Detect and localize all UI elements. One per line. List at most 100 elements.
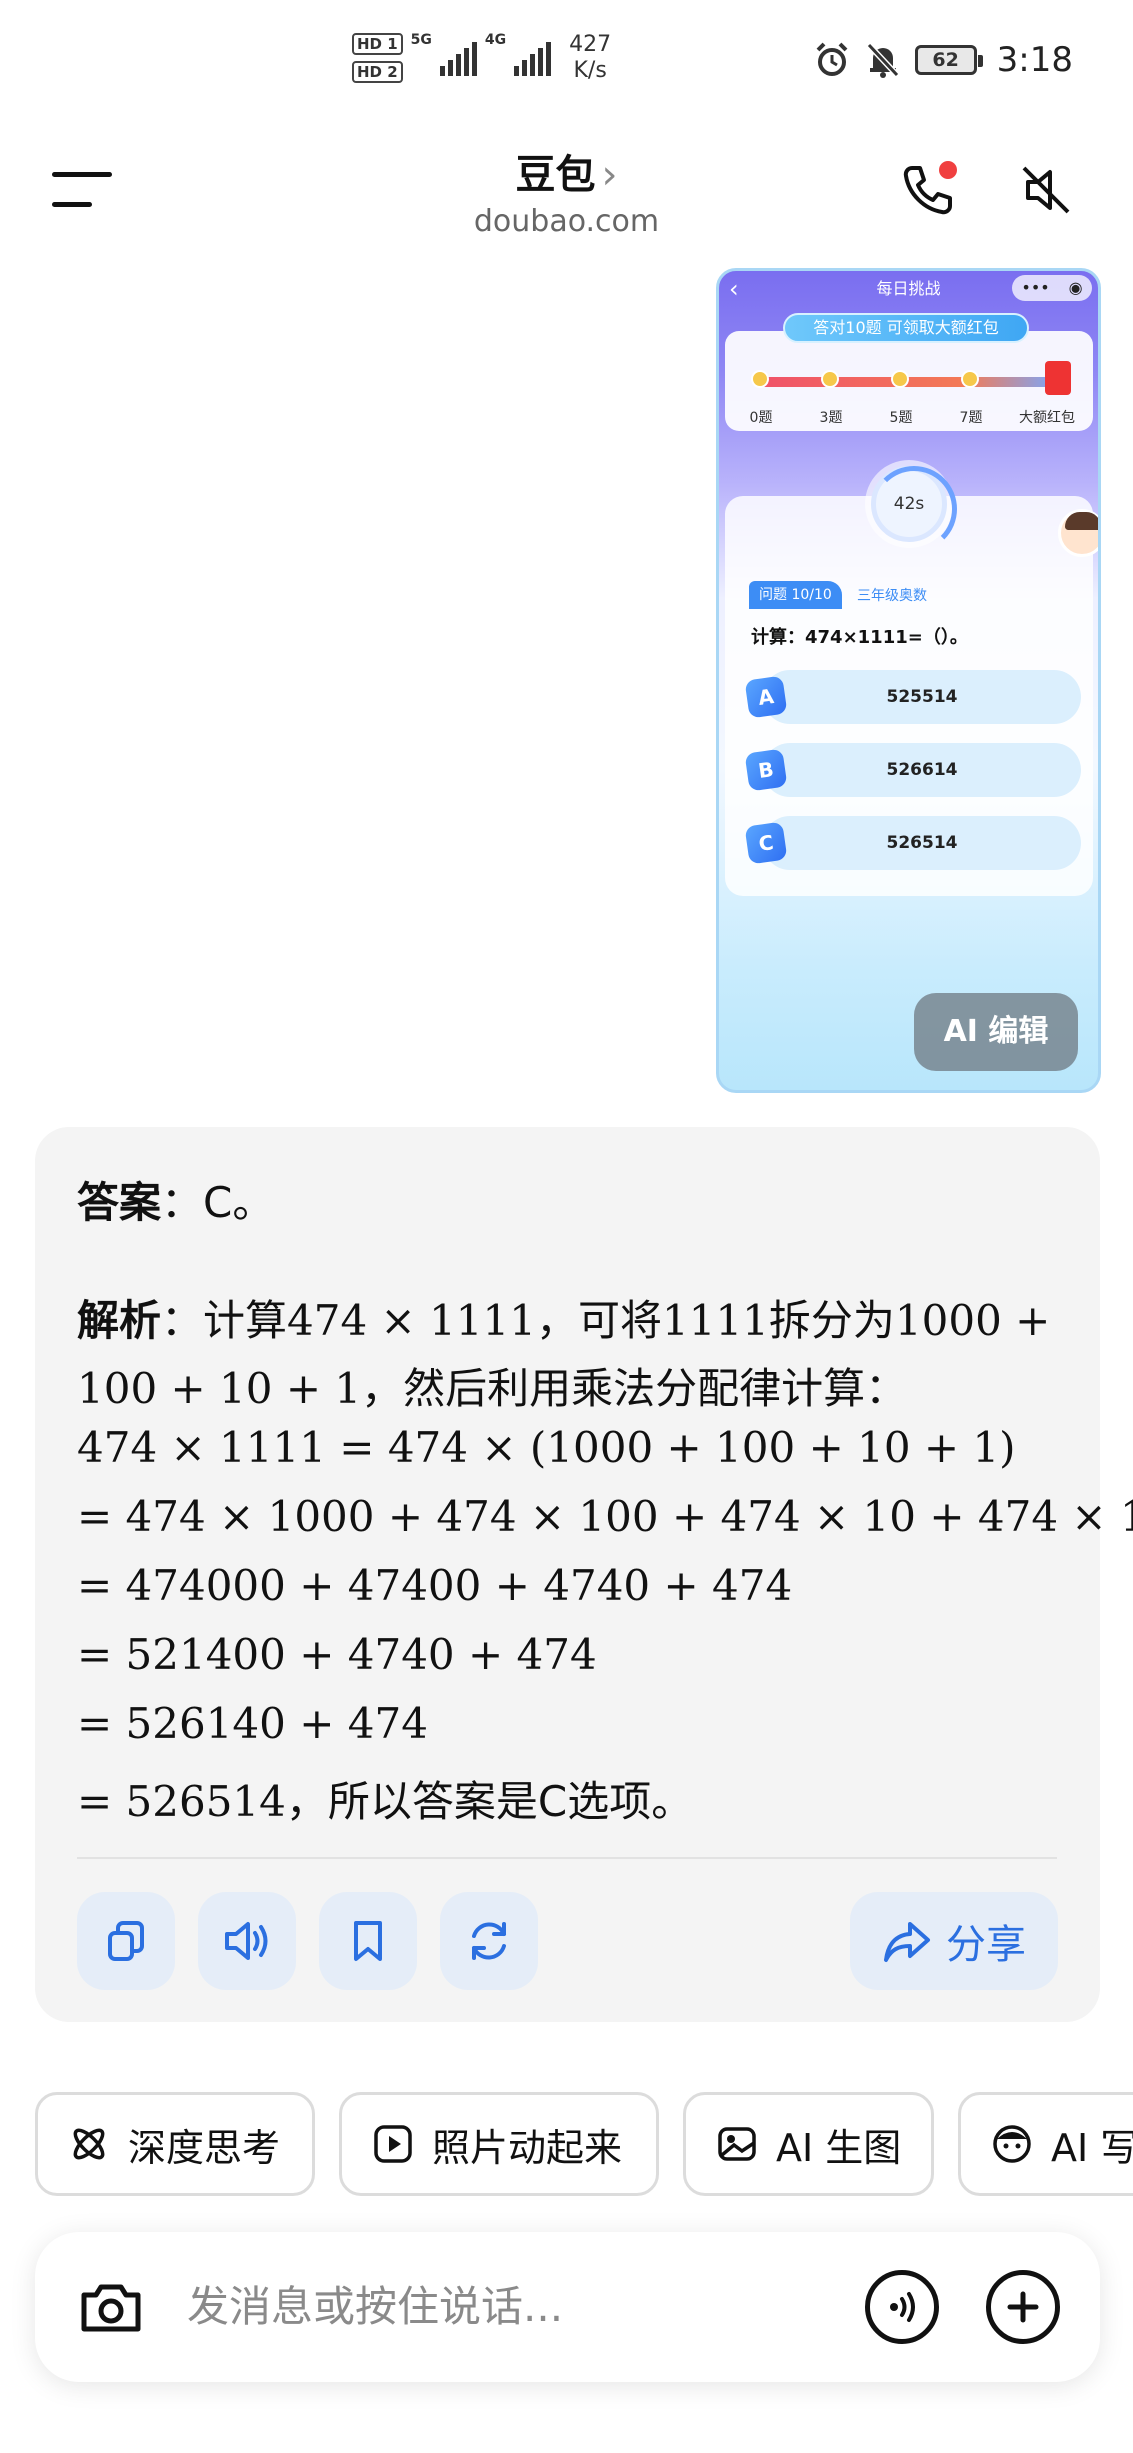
sim2-label: 4G	[484, 32, 507, 48]
message-composer: 发消息或按住说话...	[35, 2232, 1100, 2382]
face-icon	[993, 2125, 1031, 2163]
voice-wave-icon	[890, 2292, 915, 2322]
chip-label: 深度思考	[128, 2125, 281, 2170]
more-button[interactable]	[986, 2270, 1060, 2344]
hd1-tag: HD 1	[352, 33, 403, 55]
net-speed: 427 K/s	[569, 32, 611, 84]
reward-banner: 答对10题 可领取大额红包	[783, 313, 1029, 343]
read-aloud-button[interactable]	[198, 1892, 296, 1990]
voice-call-button[interactable]	[865, 2270, 939, 2344]
math-expression: 1111	[662, 1296, 769, 1345]
share-icon	[884, 1922, 930, 1962]
question-tag: 问题 10/10	[749, 581, 842, 609]
mute-button[interactable]	[1006, 150, 1086, 230]
option-c: 526514 C	[744, 812, 1087, 870]
analysis-line-1: 解析：计算474 × 1111，可将1111拆分为1000 +	[77, 1287, 1050, 1348]
option-b: 526614 B	[744, 739, 1087, 797]
bookmark-icon	[354, 1921, 382, 1961]
progress-dot	[751, 370, 769, 388]
net-speed-unit: K/s	[573, 58, 607, 83]
refresh-icon	[472, 1922, 506, 1960]
quick-actions: 深度思考 照片动起来 AI 生图 AI 写	[0, 2092, 1133, 2198]
option-value: 526514	[763, 816, 1081, 870]
alarm-icon	[816, 42, 848, 76]
chip-ai-image[interactable]: AI 生图	[683, 2092, 934, 2196]
divider	[77, 1857, 1057, 1859]
analysis-text: ：计算	[161, 1296, 288, 1345]
option-value: 526614	[763, 743, 1081, 797]
bookmark-button[interactable]	[319, 1892, 417, 1990]
camera-icon	[81, 2284, 141, 2332]
top-nav: 豆包 › doubao.com	[0, 130, 1133, 260]
bell-off-icon	[866, 42, 899, 78]
math-expression: 1000 +	[894, 1296, 1051, 1345]
analysis-text: ，可将	[535, 1296, 662, 1345]
share-button[interactable]: 分享	[850, 1892, 1058, 1990]
calc-step: = 474 × 1000 + 474 × 100 + 474 × 10 + 47…	[77, 1492, 1133, 1541]
chip-label: 照片动起来	[432, 2125, 623, 2170]
shared-screenshot[interactable]: ‹ 每日挑战 ••• ◉ 0题 3题 5题 7题 大额红包 答对10题 可领取大额…	[716, 268, 1101, 1093]
answer-line: 答案：C。	[77, 1169, 274, 1230]
call-button[interactable]	[888, 150, 968, 230]
progress-label: 7题	[959, 410, 983, 426]
final-step: = 526514，所以答案是C选项。	[77, 1768, 693, 1829]
copy-icon	[108, 1921, 144, 1961]
net-speed-value: 427	[569, 32, 612, 57]
clock: 3:18	[996, 40, 1073, 80]
share-label: 分享	[946, 1922, 1026, 1968]
chevron-right-icon: ›	[601, 152, 618, 198]
ai-edit-button[interactable]: AI 编辑	[914, 993, 1078, 1071]
math-expression: 474 × 1111	[287, 1296, 536, 1345]
calc-step: = 526140 + 474	[77, 1699, 428, 1748]
chip-label: AI 写	[1051, 2125, 1133, 2170]
camera-button[interactable]	[73, 2269, 149, 2345]
question-text: 计算：474×1111=（）。	[751, 627, 968, 648]
atom-icon	[73, 2128, 105, 2160]
speaker-icon	[225, 1922, 268, 1960]
calc-step: 474 × 1111 = 474 × (1000 + 100 + 10 + 1)	[77, 1423, 1016, 1472]
calc-step: = 521400 + 4740 + 474	[77, 1630, 597, 1679]
progress-label: 0题	[749, 410, 773, 426]
sim1-label: 5G	[410, 32, 432, 48]
analysis-text: 拆分为	[768, 1296, 895, 1345]
math-expression: 100 + 10 + 1	[77, 1364, 362, 1413]
avatar	[1058, 509, 1098, 557]
progress-label: 5题	[889, 410, 913, 426]
network-indicators: HD 1 HD 2 5G 4G 427 K/s	[352, 32, 611, 84]
plus-icon	[1007, 2291, 1039, 2323]
progress-card: 0题 3题 5题 7题 大额红包	[725, 331, 1093, 431]
bot-name: 豆包	[515, 152, 596, 198]
chip-deep-think[interactable]: 深度思考	[35, 2092, 315, 2196]
analysis-line-2: 100 + 10 + 1，然后利用乘法分配律计算：	[77, 1355, 907, 1416]
regenerate-button[interactable]	[440, 1892, 538, 1990]
hd2-tag: HD 2	[352, 61, 403, 83]
answer-label: 答案	[77, 1178, 162, 1227]
progress-dot	[821, 370, 839, 388]
answer-value: ：C。	[161, 1178, 275, 1227]
message-input[interactable]: 发消息或按住说话...	[187, 2232, 563, 2382]
speaker-off-icon	[1022, 166, 1070, 214]
signal-icon	[439, 40, 477, 76]
option-letter: A	[744, 675, 788, 719]
analysis-label: 解析	[77, 1296, 162, 1345]
option-value: 525514	[763, 670, 1081, 724]
chip-ai-write[interactable]: AI 写	[958, 2092, 1133, 2196]
progress-label: 大额红包	[1019, 410, 1075, 426]
assistant-message: 答案：C。 解析：计算474 × 1111，可将1111拆分为1000 + 10…	[35, 1127, 1133, 2022]
status-right: 62 3:18	[813, 40, 1073, 80]
image-icon	[718, 2127, 756, 2161]
math-expression: = 526514	[77, 1777, 286, 1826]
chip-animate-photo[interactable]: 照片动起来	[339, 2092, 659, 2196]
status-bar: HD 1 HD 2 5G 4G 427 K/s 62 3:18	[0, 0, 1133, 130]
screenshot-title: 每日挑战	[876, 279, 941, 298]
analysis-text: ，所以答案是C选项。	[285, 1777, 694, 1826]
miniapp-capsule: ••• ◉	[1012, 275, 1092, 301]
battery-indicator: 62	[914, 45, 983, 75]
progress-dot	[961, 370, 979, 388]
progress-label: 3题	[819, 410, 843, 426]
copy-button[interactable]	[77, 1892, 175, 1990]
countdown-timer: 42s	[871, 466, 957, 552]
red-packet-icon	[1045, 361, 1071, 395]
option-letter: B	[744, 748, 788, 792]
signal-icon	[514, 40, 552, 76]
